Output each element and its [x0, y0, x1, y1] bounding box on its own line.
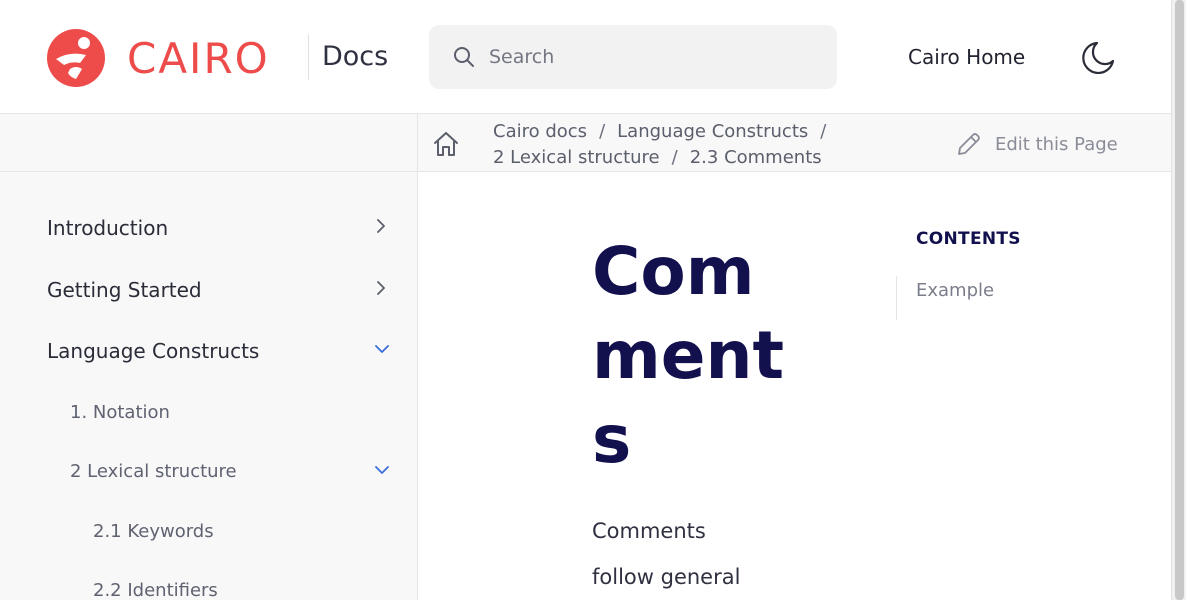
breadcrumb-separator: /: [671, 147, 678, 168]
cairo-home-link[interactable]: Cairo Home: [908, 43, 1025, 71]
cairo-logo-icon[interactable]: [46, 29, 108, 87]
chevron-down-icon[interactable]: [373, 340, 391, 358]
sidebar-item-getting-started[interactable]: Getting Started: [47, 275, 202, 305]
toc-title: CONTENTS: [916, 229, 1021, 249]
brand-wordmark[interactable]: CAIRO: [127, 33, 270, 85]
sidebar: Introduction Getting Started Language Co…: [0, 172, 418, 600]
sidebar-item-notation[interactable]: 1. Notation: [70, 397, 170, 427]
sidebar-divider: [417, 114, 418, 172]
page-title: Comments: [592, 233, 785, 478]
sidebar-item-language-constructs[interactable]: Language Constructs: [47, 336, 259, 366]
header-divider: [308, 34, 309, 80]
sidebar-item-introduction[interactable]: Introduction: [47, 213, 168, 243]
top-header: CAIRO Docs Cairo Home: [0, 0, 1171, 114]
toc-rail: [896, 276, 897, 320]
search-box[interactable]: [429, 25, 837, 89]
breadcrumb-separator: /: [599, 121, 606, 142]
pencil-icon: [958, 132, 980, 155]
edit-page-link[interactable]: Edit this Page: [955, 131, 1118, 157]
moon-icon[interactable]: [1080, 40, 1116, 76]
chevron-down-icon[interactable]: [373, 461, 391, 479]
sidebar-item-identifiers[interactable]: 2.2 Identifiers: [93, 575, 218, 600]
search-input[interactable]: [489, 41, 819, 73]
breadcrumb-current: 2.3 Comments: [689, 147, 822, 168]
search-icon: [454, 47, 474, 67]
page-scrollbar[interactable]: [1171, 0, 1186, 600]
breadcrumb-item[interactable]: 2 Lexical structure: [493, 147, 660, 168]
chevron-right-icon[interactable]: [372, 279, 390, 297]
scrollbar-thumb[interactable]: [1175, 0, 1184, 600]
sidebar-item-lexical-structure[interactable]: 2 Lexical structure: [70, 456, 237, 486]
body-paragraph: Comments follow general: [592, 519, 741, 589]
breadcrumb-item[interactable]: Cairo docs: [493, 121, 587, 142]
breadcrumb-bar: Cairo docs / Language Constructs / 2 Lexica…: [0, 114, 1171, 172]
breadcrumb-item[interactable]: Language Constructs: [617, 121, 808, 142]
toc-item-example[interactable]: Example: [916, 280, 994, 301]
chevron-right-icon[interactable]: [372, 217, 390, 235]
sidebar-item-keywords[interactable]: 2.1 Keywords: [93, 516, 214, 546]
home-icon[interactable]: [432, 130, 460, 158]
breadcrumb-separator: /: [820, 121, 827, 142]
edit-page-label: Edit this Page: [995, 133, 1118, 155]
docs-label[interactable]: Docs: [322, 40, 388, 74]
breadcrumb: Cairo docs / Language Constructs / 2 Lexica…: [493, 119, 873, 171]
